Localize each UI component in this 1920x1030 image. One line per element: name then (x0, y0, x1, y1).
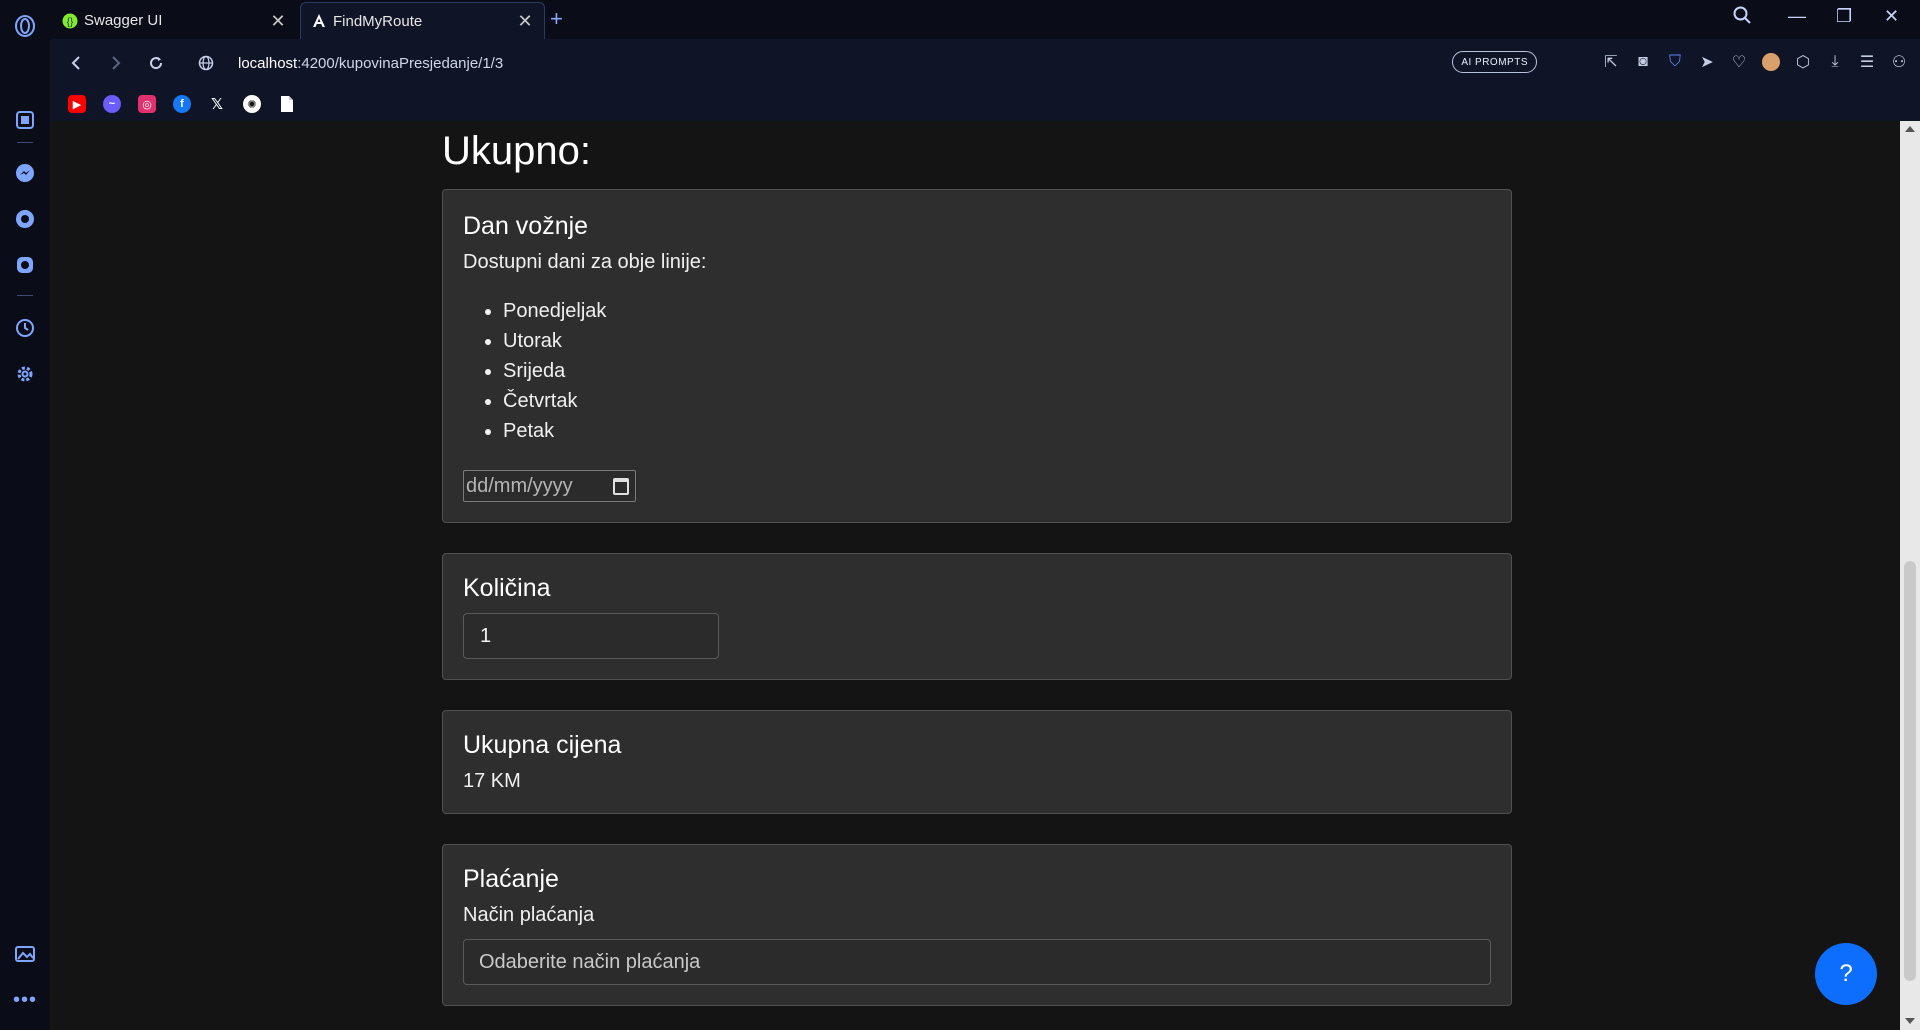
svg-text:{}: {} (67, 17, 74, 28)
date-placeholder: dd/mm/yyyy (466, 474, 573, 497)
page-scrollbar[interactable] (1900, 121, 1920, 1030)
gallery-icon[interactable] (9, 938, 41, 970)
site-info-globe-icon[interactable] (186, 55, 226, 71)
history-icon[interactable] (9, 312, 41, 344)
payment-card: Plaćanje Način plaćanja Odaberite način … (442, 844, 1512, 1006)
vpn-shield-icon[interactable]: ⛉ (1666, 51, 1684, 73)
profile-icon[interactable]: ⚇ (1890, 51, 1908, 73)
list-item: Petak (503, 420, 1491, 450)
download-icon[interactable]: ⤓ (1826, 51, 1844, 73)
youtube-icon[interactable]: ▶ (68, 95, 86, 113)
swagger-icon: {} (62, 13, 78, 29)
share-icon[interactable]: ⇱ (1602, 51, 1620, 73)
send-icon[interactable]: ➤ (1698, 51, 1716, 73)
address-bar-row: localhost:4200/kupovinaPresjedanje/1/3 A… (50, 39, 1920, 87)
tab-strip: {} Swagger UI ✕ FindMyRoute ✕ + — ❐ ✕ (50, 0, 1920, 39)
sidebar-divider (17, 142, 33, 143)
purchase-summary: Ukupno: Dan vožnje Dostupni dani za obje… (442, 121, 1512, 1030)
browser-sidebar: ••• (0, 0, 50, 1030)
ai-sidebar-icon[interactable] (9, 104, 41, 136)
forward-arrow-icon[interactable] (96, 55, 136, 71)
opera-logo-icon[interactable] (9, 10, 41, 42)
help-button[interactable]: ? (1815, 943, 1877, 1005)
tab-label: Swagger UI (84, 12, 163, 29)
back-arrow-icon[interactable] (56, 55, 96, 71)
x-icon[interactable]: 𝕏 (208, 95, 226, 113)
toolbar-icons: ⇱ ◙ ⛉ ➤ ♡ ⬡ ⤓ ☰ ⚇ (1602, 51, 1908, 73)
angular-icon (311, 13, 327, 29)
camera-icon[interactable]: ◙ (1634, 51, 1652, 73)
settings-gear-icon[interactable] (9, 358, 41, 390)
quantity-heading: Količina (463, 574, 551, 602)
whatsapp-icon[interactable] (9, 203, 41, 235)
available-days-label: Dostupni dani za obje linije: (463, 251, 707, 273)
close-tab-icon[interactable]: ✕ (269, 12, 287, 30)
more-dots-icon[interactable]: ••• (9, 984, 41, 1016)
scroll-up-arrow-icon[interactable] (1905, 126, 1915, 132)
available-days-list: Ponedjeljak Utorak Srijeda Četvrtak Peta… (503, 300, 1491, 450)
quantity-card: Količina 1 (442, 553, 1512, 680)
search-tabs-icon[interactable] (1733, 6, 1751, 29)
list-item: Utorak (503, 330, 1491, 360)
close-tab-icon[interactable]: ✕ (516, 12, 534, 30)
list-item: Ponedjeljak (503, 300, 1491, 330)
messenger-icon[interactable] (9, 157, 41, 189)
bookmarks-bar: ▶ ~ ◎ f 𝕏 ✺ (50, 87, 1920, 121)
cube-icon[interactable]: ⬡ (1794, 51, 1812, 73)
reload-icon[interactable] (136, 55, 176, 71)
url-path: :4200/kupovinaPresjedanje/1/3 (297, 54, 504, 72)
tab-findmyroute[interactable]: FindMyRoute ✕ (300, 2, 545, 39)
instagram-bookmark-icon[interactable]: ◎ (138, 95, 156, 113)
instagram-icon[interactable] (9, 249, 41, 281)
payment-heading: Plaćanje (463, 865, 559, 893)
calendar-icon[interactable] (613, 478, 629, 495)
chatgpt-icon[interactable]: ✺ (243, 95, 261, 113)
payment-method-select[interactable]: Odaberite način plaćanja (463, 939, 1491, 985)
scroll-down-arrow-icon[interactable] (1905, 1018, 1915, 1024)
date-input[interactable]: dd/mm/yyyy (463, 470, 636, 502)
avatar[interactable] (1762, 51, 1780, 73)
heart-icon[interactable]: ♡ (1730, 51, 1748, 73)
close-window-icon[interactable]: ✕ (1884, 6, 1899, 27)
total-price-heading: Ukupna cijena (463, 731, 622, 759)
total-price-value: 17 KM (463, 770, 521, 792)
list-item: Četvrtak (503, 390, 1491, 420)
url-field[interactable]: localhost:4200/kupovinaPresjedanje/1/3 (238, 55, 503, 72)
list-item: Srijeda (503, 360, 1491, 390)
messenger-bookmark-icon[interactable]: ~ (103, 95, 121, 113)
facebook-icon[interactable]: f (173, 95, 191, 113)
url-host: localhost (238, 54, 298, 72)
scrollbar-thumb[interactable] (1904, 561, 1916, 981)
document-icon[interactable] (278, 95, 296, 113)
easy-setup-icon[interactable]: ☰ (1858, 51, 1876, 73)
tab-label: FindMyRoute (333, 12, 423, 30)
total-price-card: Ukupna cijena 17 KM (442, 710, 1512, 814)
new-tab-plus-icon[interactable]: + (550, 6, 563, 32)
ai-prompts-button[interactable]: AI PROMPTS (1452, 51, 1537, 73)
travel-day-card: Dan vožnje Dostupni dani za obje linije:… (442, 189, 1512, 523)
minimize-icon[interactable]: — (1788, 6, 1806, 27)
travel-day-heading: Dan vožnje (463, 212, 589, 240)
sidebar-divider (17, 295, 33, 296)
quantity-field[interactable]: 1 (463, 613, 719, 659)
page-viewport: Ukupno: Dan vožnje Dostupni dani za obje… (50, 121, 1900, 1030)
restore-icon[interactable]: ❐ (1836, 6, 1852, 27)
tab-swagger[interactable]: {} Swagger UI ✕ (52, 2, 297, 39)
page-title: Ukupno: (442, 129, 591, 173)
payment-method-label: Način plaćanja (463, 904, 595, 926)
